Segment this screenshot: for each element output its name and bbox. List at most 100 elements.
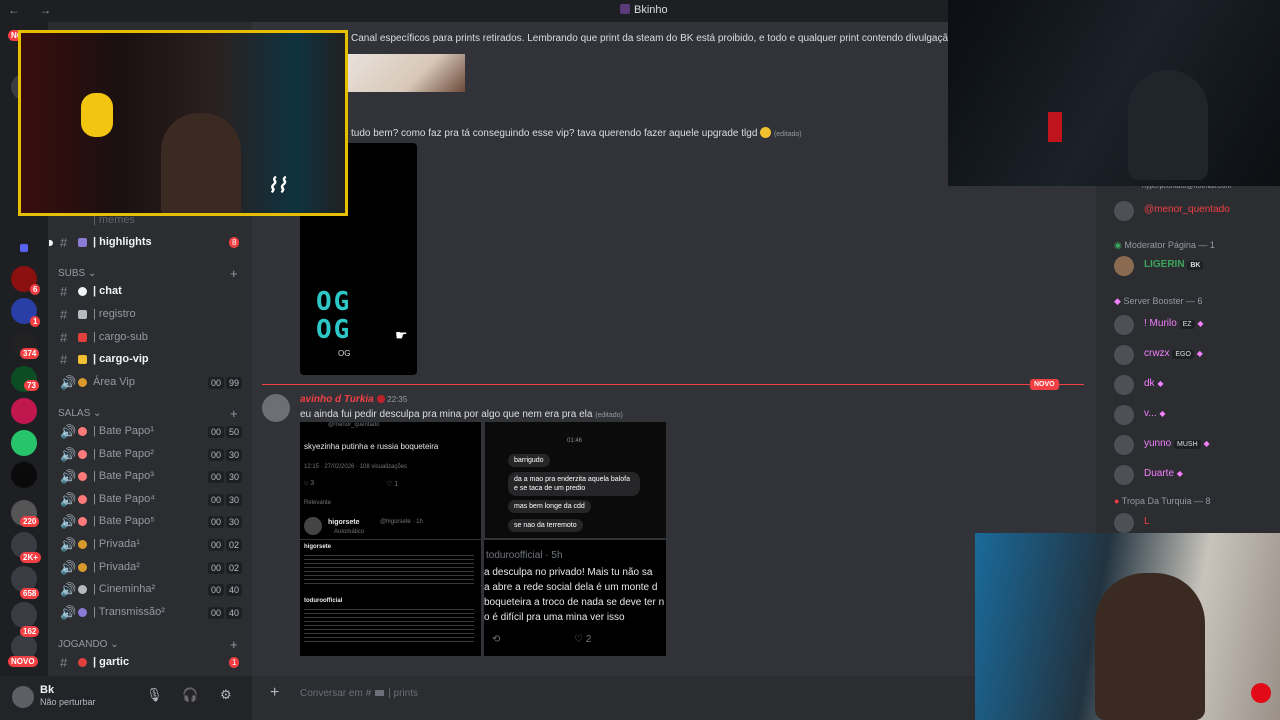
voice-channel[interactable]: 🔊 | Privada² 00 02 — [58, 558, 246, 578]
category-jogando[interactable]: JOGANDO ⌄ + — [58, 637, 238, 652]
add-attachment-icon[interactable]: + — [270, 684, 279, 702]
member-item[interactable]: v... ◆ — [1114, 404, 1274, 426]
voice-channel[interactable]: 🔊 | Cineminha² 00 40 — [58, 580, 246, 600]
tweet-line: o é difícil pra uma mina ver isso — [484, 612, 625, 623]
add-channel-icon[interactable]: + — [230, 266, 238, 281]
server-black[interactable] — [11, 462, 37, 488]
microphone-icon[interactable]: 🎙 — [146, 687, 163, 703]
member-item[interactable]: ! Murilo EZ ◆ — [1114, 314, 1274, 336]
like-count: 1 — [394, 481, 399, 488]
add-channel-icon[interactable]: + — [230, 406, 238, 421]
member-item[interactable]: yunno MUSH ◆ — [1114, 434, 1274, 456]
emoji-icon — [760, 127, 772, 138]
server-title: Bkinho — [620, 4, 668, 16]
reply-icon: ○ 3 — [304, 480, 315, 487]
tweet-line: a desculpa no privado! Mais tu não sa — [484, 567, 653, 578]
voice-channel[interactable]: 🔊 | Bate Papo² 00 30 — [58, 445, 246, 465]
tweet-text-block — [304, 606, 474, 644]
unread-pill — [49, 240, 53, 246]
voice-user-limit: 40 — [226, 606, 243, 619]
screenshot-tweet-3[interactable]: toduroofficial · 5h a desculpa no privad… — [484, 540, 666, 656]
channel-cargo-sub[interactable]: # | cargo-sub — [58, 328, 246, 348]
headphones-icon[interactable]: 🎧 — [182, 687, 198, 703]
avatar[interactable] — [12, 686, 34, 708]
member-name-text: crwzx — [1144, 348, 1170, 359]
member-item[interactable]: Duarte ◆ — [1114, 464, 1274, 486]
shield-icon: ◉ — [1114, 240, 1122, 250]
member-name-text: ! Murilo — [1144, 318, 1177, 329]
folder-icon[interactable] — [20, 244, 28, 252]
screenshot-tweet-1[interactable]: @menor_quentado skyezinha putinha e russ… — [300, 422, 481, 539]
author-name[interactable]: avinho d Turkia — [300, 394, 374, 405]
add-channel-icon[interactable]: + — [230, 637, 238, 652]
dm-bubble: mas bem longe da cdd — [508, 500, 591, 513]
hands-webcam — [948, 0, 1280, 186]
voice-user-limit: 02 — [226, 539, 243, 551]
server-hype-log[interactable] — [11, 430, 37, 456]
member-name-text: v... — [1144, 408, 1157, 419]
voice-channel[interactable]: 🔊 | Transmissão² 00 40 — [58, 603, 246, 623]
category-label: Tropa Da Turquia — 8 — [1121, 496, 1211, 506]
channel-highlights[interactable]: # | highlights 8 — [49, 233, 246, 253]
voice-user-limit: 30 — [226, 493, 243, 506]
attachment-image[interactable] — [347, 54, 465, 92]
tweet-handle: toduroofficial · 5h — [486, 550, 563, 561]
voice-area-vip[interactable]: 🔊 Área Vip 00 99 — [58, 373, 246, 393]
voice-channel[interactable]: 🔊 | Bate Papo³ 00 30 — [58, 467, 246, 487]
member-item[interactable]: dk ◆ — [1114, 374, 1274, 396]
composer-placeholder-text: Conversar em # — [300, 688, 372, 699]
member-item[interactable]: crwzx EGO ◆ — [1114, 344, 1274, 366]
screenshot-dm[interactable]: 01:46 barrigudo da a mao pra enderzita a… — [485, 422, 666, 538]
avatar[interactable] — [262, 394, 290, 422]
yellow-square-icon — [78, 355, 87, 364]
role-category: ◆ Server Booster — 6 — [1114, 296, 1202, 307]
voice-channel[interactable]: 🔊 | Privada¹ 00 02 — [58, 535, 246, 555]
pinned-notice: Canal específicos para prints retirados.… — [351, 33, 1011, 44]
user-panel: Bk Não perturbar 🎙 🎧 ⚙ — [0, 676, 252, 720]
gear-icon[interactable]: ⚙ — [220, 687, 232, 703]
channel-registro[interactable]: # | registro — [58, 305, 246, 325]
message-composer[interactable]: + Conversar em # | prints — [262, 678, 982, 708]
voice-channel[interactable]: 🔊 | Bate Papo⁴ 00 30 — [58, 490, 246, 510]
channel-label: | Bate Papo⁵ — [93, 515, 155, 528]
role-category: ● Tropa Da Turquia — 8 — [1114, 496, 1211, 506]
like-icon: ♡ 2 — [574, 634, 592, 645]
tweet-user: toduroofficial — [304, 598, 343, 604]
tweet-line: boqueteira a troco de nada se deve ter n — [484, 597, 665, 608]
new-badge: NOVO — [1030, 379, 1059, 390]
member-item[interactable]: L — [1114, 512, 1274, 534]
speaker-icon: 🔊 — [60, 582, 77, 598]
booster-icon: ◆ — [1197, 319, 1204, 328]
voice-channel[interactable]: 🔊 | Bate Papo⁵ 00 30 — [58, 512, 246, 532]
server-hype[interactable] — [11, 398, 37, 424]
booster-icon: ◆ — [1196, 349, 1203, 358]
member-item[interactable]: LIGERIN BK — [1114, 255, 1274, 277]
screenshot-tweet-2[interactable]: higorsete toduroofficial — [300, 540, 481, 656]
like-count: 2 — [585, 634, 592, 645]
channel-cargo-vip[interactable]: # | cargo-vip — [58, 350, 246, 370]
history-nav-buttons[interactable]: ← → — [8, 3, 59, 17]
channel-label: | Transmissão² — [93, 605, 165, 618]
speaker-icon: 🔊 — [60, 514, 77, 530]
member-name-text: yunno — [1144, 438, 1172, 449]
category-label: Server Booster — 6 — [1123, 296, 1203, 306]
member-item[interactable]: @menor_quentado — [1114, 200, 1274, 222]
avatar — [1114, 465, 1134, 485]
voice-channel[interactable]: 🔊 | Bate Papo¹ 00 50 — [58, 422, 246, 442]
speaker-icon: 🔊 — [60, 491, 77, 507]
channel-label: Área Vip — [93, 376, 135, 388]
face-webcam — [975, 533, 1280, 720]
category-subs[interactable]: SUBS ⌄ + — [58, 266, 238, 281]
server-9[interactable] — [11, 602, 37, 628]
person-silhouette — [161, 113, 241, 213]
voice-user-limit: 02 — [226, 561, 243, 574]
member-name: crwzx EGO ◆ — [1144, 348, 1203, 359]
category-salas[interactable]: SALAS ⌄ + — [58, 406, 238, 421]
voice-user-count: 00 — [208, 539, 225, 551]
channel-chat[interactable]: # | chat — [58, 282, 246, 302]
voice-user-count: 00 — [208, 584, 225, 597]
member-name: LIGERIN BK — [1144, 259, 1204, 270]
speaker-icon: 🔊 — [60, 559, 77, 575]
unread-badge: 6 — [30, 284, 41, 295]
channel-gartic[interactable]: # | gartic 1 — [58, 653, 246, 673]
